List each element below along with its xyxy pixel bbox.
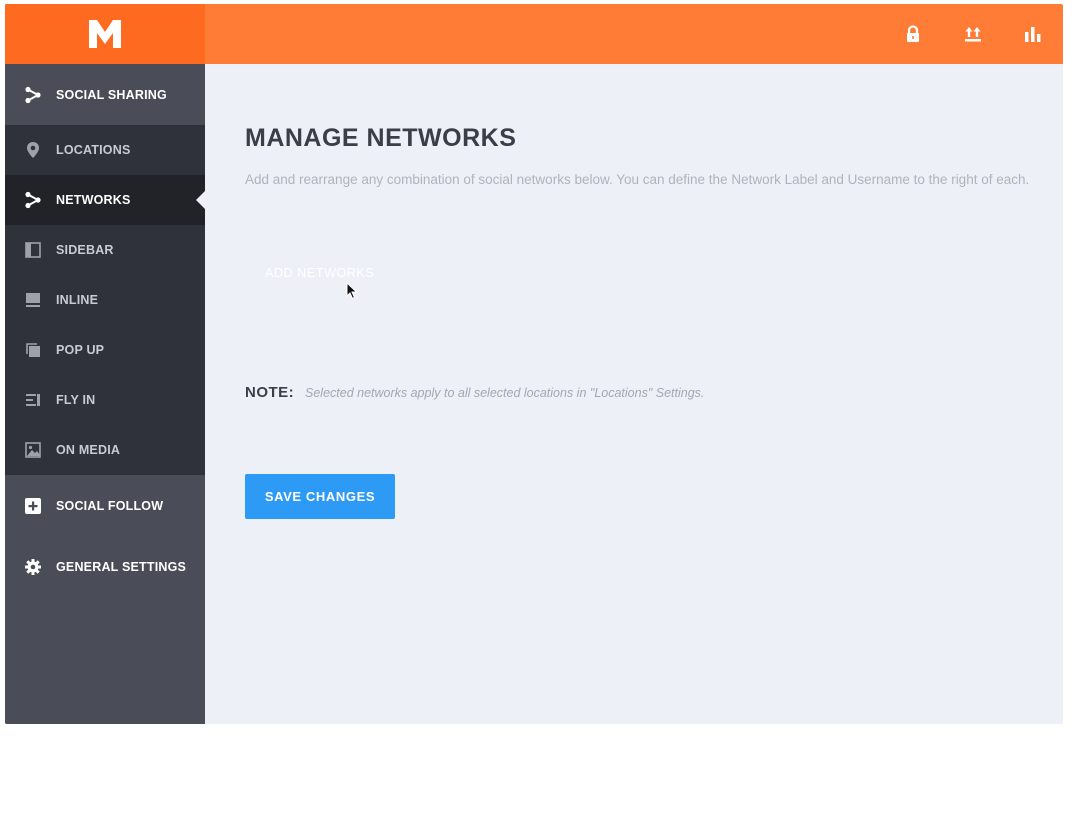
sidebar-item-label: SOCIAL SHARING [56,87,167,102]
share-icon [24,86,42,104]
sidebar-item-social-sharing[interactable]: SOCIAL SHARING [5,64,205,125]
mouse-cursor-icon [346,282,358,300]
share-icon [24,191,42,209]
m-logo-icon [89,20,121,48]
top-bar [205,4,1063,64]
sidebar-item-label: POP UP [56,343,105,357]
plus-square-icon [24,497,42,515]
page-description: Add and rearrange any combination of soc… [245,172,1030,187]
sidebar-item-label: GENERAL SETTINGS [56,559,187,574]
sidebar-item-sidebar[interactable]: SIDEBAR [5,225,205,275]
bar-chart-icon[interactable] [1023,24,1043,44]
fly-in-icon [24,391,42,409]
note-text: Selected networks apply to all selected … [305,386,705,400]
gear-icon [24,558,42,576]
sidebar-item-label: LOCATIONS [56,143,131,157]
logo[interactable] [5,4,205,64]
sidebar-item-locations[interactable]: LOCATIONS [5,125,205,175]
main-content: MANAGE NETWORKS Add and rearrange any co… [205,64,1063,724]
sidebar-layout-icon [24,241,42,259]
note-label: NOTE: [245,384,295,401]
image-icon [24,441,42,459]
location-pin-icon [24,141,42,159]
sidebar-item-label: FLY IN [56,393,96,407]
sidebar-item-label: SIDEBAR [56,243,114,257]
sidebar-item-on-media[interactable]: ON MEDIA [5,425,205,475]
sidebar-item-fly-in[interactable]: FLY IN [5,375,205,425]
add-networks-button[interactable]: ADD NETWORKS [265,266,374,280]
save-changes-button[interactable]: SAVE CHANGES [245,474,395,519]
popup-icon [24,341,42,359]
sidebar-item-inline[interactable]: INLINE [5,275,205,325]
page-title: MANAGE NETWORKS [245,124,517,152]
lock-icon[interactable] [903,24,923,44]
sidebar-item-label: ON MEDIA [56,443,121,457]
sidebar-filler [5,597,205,724]
sidebar-item-social-follow[interactable]: SOCIAL FOLLOW [5,475,205,536]
app-window: SOCIAL SHARING LOCATIONS NETWORKS SIDEBA… [5,4,1063,724]
sidebar: SOCIAL SHARING LOCATIONS NETWORKS SIDEBA… [5,4,205,724]
sidebar-item-label: INLINE [56,293,99,307]
sidebar-item-networks[interactable]: NETWORKS [5,175,205,225]
upload-icon[interactable] [963,24,983,44]
inline-layout-icon [24,291,42,309]
sidebar-item-pop-up[interactable]: POP UP [5,325,205,375]
sidebar-item-label: SOCIAL FOLLOW [56,498,164,513]
sidebar-item-general-settings[interactable]: GENERAL SETTINGS [5,536,205,597]
sidebar-item-label: NETWORKS [56,193,131,207]
